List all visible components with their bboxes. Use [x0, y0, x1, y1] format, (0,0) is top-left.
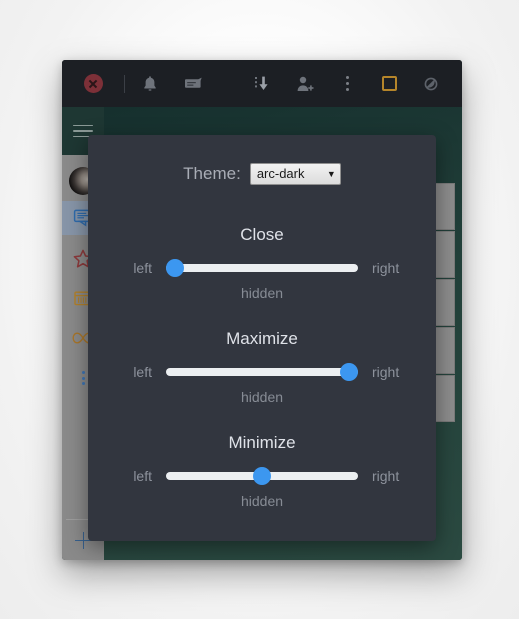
bell-icon [144, 75, 156, 91]
sort-descending-button[interactable] [248, 69, 278, 99]
slider-group-minimize: Minimize left right hidden [88, 433, 436, 509]
mute-icon [424, 77, 438, 90]
slider-track [166, 264, 358, 272]
stop-recording-button[interactable] [374, 69, 404, 99]
slider-track [166, 368, 358, 376]
slider-title-minimize: Minimize [228, 433, 296, 452]
theme-select[interactable]: arc-dark ▼ [249, 163, 341, 185]
slider-group-close: Close left right hidden [88, 225, 436, 301]
overflow-menu-icon [345, 76, 349, 91]
slider-sub-label-maximize: hidden [240, 389, 284, 405]
slider-title-maximize: Maximize [226, 329, 298, 348]
overflow-menu-button[interactable] [332, 69, 362, 99]
chevron-down-icon: ▼ [326, 168, 336, 179]
settings-dialog: Theme: arc-dark ▼ Close left right hidde… [88, 135, 436, 541]
slider-thumb[interactable] [340, 363, 358, 381]
slider-left-label-maximize: left [133, 364, 152, 380]
theme-row: Theme: arc-dark ▼ [88, 163, 436, 185]
toolbar-right-group [248, 69, 446, 99]
slider-row-maximize: left right [88, 363, 436, 381]
slider-row-close: left right [88, 259, 436, 277]
slider-maximize[interactable] [166, 363, 358, 381]
slider-thumb[interactable] [253, 467, 271, 485]
page-backdrop: Theme: arc-dark ▼ Close left right hidde… [0, 0, 519, 619]
slider-row-minimize: left right [88, 467, 436, 485]
theme-label: Theme: [183, 164, 241, 183]
comment-icon [185, 77, 202, 88]
slider-sub-label-close: hidden [240, 285, 284, 301]
notifications-button[interactable] [135, 69, 165, 99]
toolbar-divider [124, 74, 125, 93]
slider-thumb[interactable] [166, 259, 184, 277]
slider-sub-label-minimize: hidden [240, 493, 284, 509]
stop-recording-icon [381, 76, 397, 91]
slider-minimize[interactable] [166, 467, 358, 485]
sort-descending-icon [255, 76, 268, 90]
add-person-icon [297, 76, 314, 91]
mute-button[interactable] [416, 69, 446, 99]
slider-title-close: Close [240, 225, 284, 244]
toolbar [62, 60, 462, 107]
close-icon [83, 74, 103, 93]
slider-right-label-maximize: right [372, 364, 400, 380]
close-button[interactable] [78, 69, 108, 99]
slider-close[interactable] [166, 259, 358, 277]
slider-right-label-minimize: right [372, 468, 400, 484]
slider-left-label-close: left [133, 260, 152, 276]
add-person-button[interactable] [290, 69, 320, 99]
slider-right-label-close: right [372, 260, 400, 276]
theme-select-value: arc-dark [256, 166, 305, 181]
slider-left-label-minimize: left [133, 468, 152, 484]
toolbar-left-group [78, 69, 223, 99]
comments-button[interactable] [179, 69, 209, 99]
vertical-dots-icon [81, 371, 85, 385]
slider-group-maximize: Maximize left right hidden [88, 329, 436, 405]
